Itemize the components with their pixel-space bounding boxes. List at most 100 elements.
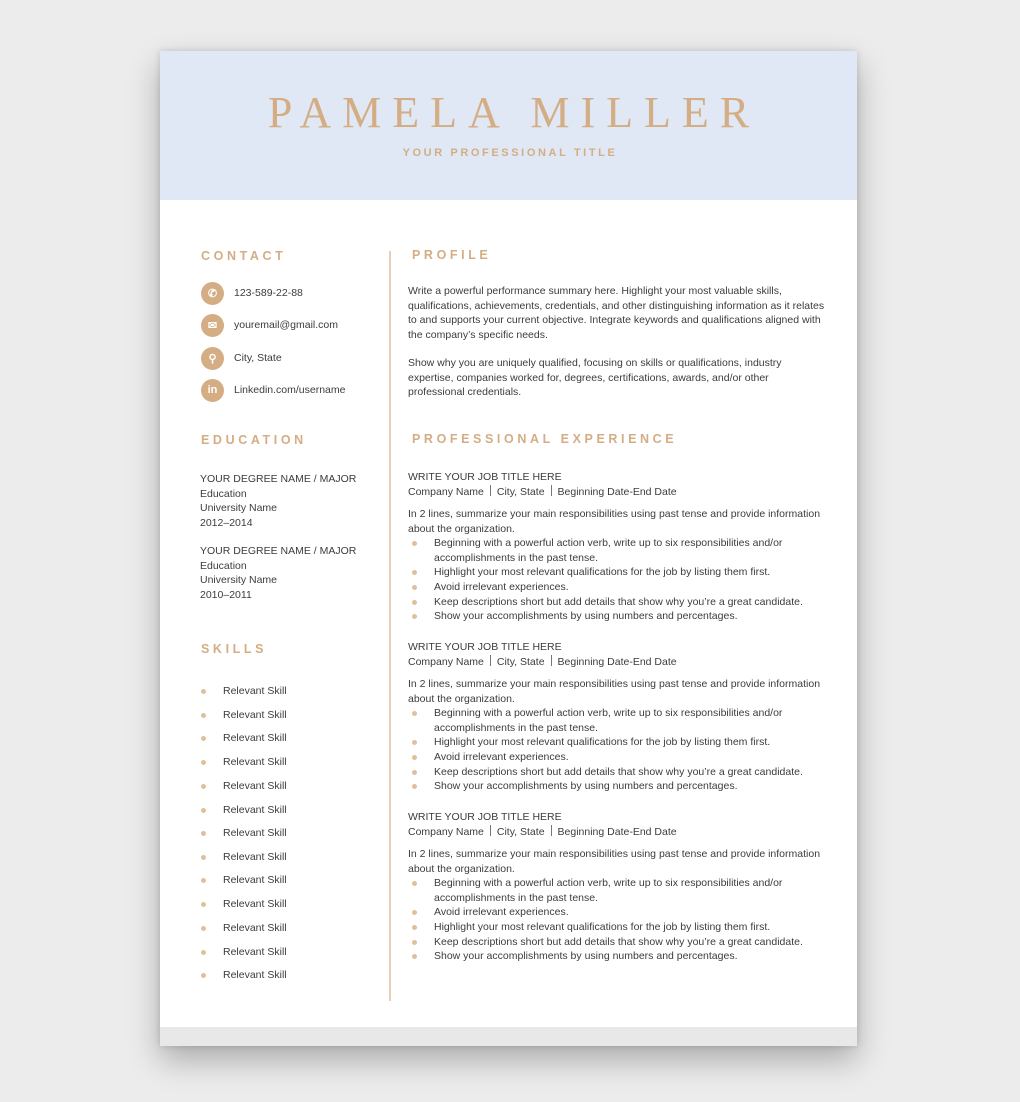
resume-page: PAMELA MILLER YOUR PROFESSIONAL TITLE CO… bbox=[160, 51, 857, 1046]
job-dates: Beginning Date-End Date bbox=[557, 826, 677, 838]
bullet-dot-icon bbox=[412, 570, 417, 576]
separator bbox=[489, 825, 491, 836]
education-entry: YOUR DEGREE NAME / MAJOR Education Unive… bbox=[200, 472, 356, 530]
education-years: 2010–2011 bbox=[200, 588, 252, 601]
contact-heading: CONTACT bbox=[201, 249, 287, 263]
bullet-dot-icon bbox=[412, 939, 417, 945]
bullet-dot-icon bbox=[412, 910, 417, 916]
separator bbox=[550, 485, 552, 496]
bullet-dot-icon bbox=[201, 688, 206, 694]
job-location: City, State bbox=[496, 656, 545, 668]
bullet-text: Keep descriptions short but add details … bbox=[434, 595, 803, 608]
education-years: 2012–2014 bbox=[200, 516, 253, 529]
contact-linkedin: in Linkedin.com/username bbox=[201, 378, 346, 402]
profile-paragraph: Write a powerful performance summary her… bbox=[408, 285, 825, 341]
skill-item: Relevant Skill bbox=[200, 922, 287, 934]
skill-label: Relevant Skill bbox=[223, 804, 287, 816]
job-location: City, State bbox=[496, 826, 545, 838]
job-title: WRITE YOUR JOB TITLE HERE bbox=[408, 471, 562, 483]
job-bullet: Avoid irrelevant experiences. bbox=[408, 750, 848, 765]
bullet-text: Show your accomplishments by using numbe… bbox=[434, 780, 738, 793]
candidate-name: PAMELA MILLER bbox=[267, 88, 761, 137]
job-location: City, State bbox=[496, 486, 545, 498]
job-bullet: Keep descriptions short but add details … bbox=[408, 935, 848, 950]
job-bullet: Highlight your most relevant qualificati… bbox=[408, 735, 848, 750]
skill-item: Relevant Skill bbox=[200, 685, 287, 697]
profile-paragraph: Show why you are uniquely qualified, foc… bbox=[408, 357, 782, 399]
university-name: University Name bbox=[200, 574, 278, 587]
email-icon: ✉ bbox=[201, 313, 224, 337]
profile-heading: PROFILE bbox=[412, 248, 492, 262]
bullet-text: Keep descriptions short but add details … bbox=[434, 935, 803, 948]
job-bullet: Show your accomplishments by using numbe… bbox=[408, 609, 848, 624]
contact-location: ⚲ City, State bbox=[201, 346, 282, 370]
bullet-dot-icon bbox=[412, 754, 417, 760]
bullet-text: Beginning with a powerful action verb, w… bbox=[434, 707, 783, 734]
bullet-dot-icon bbox=[412, 881, 417, 887]
job-entry: WRITE YOUR JOB TITLE HERE Company Name Cit… bbox=[408, 640, 848, 794]
skill-label: Relevant Skill bbox=[223, 756, 287, 768]
bullet-text: Avoid irrelevant experiences. bbox=[434, 906, 569, 919]
location-text: City, State bbox=[234, 352, 282, 364]
skill-item: Relevant Skill bbox=[200, 709, 287, 721]
bullet-text: Highlight your most relevant qualificati… bbox=[434, 920, 771, 933]
experience-heading: PROFESSIONAL EXPERIENCE bbox=[412, 432, 678, 446]
linkedin-url: Linkedin.com/username bbox=[234, 384, 346, 396]
skill-item: Relevant Skill bbox=[200, 874, 287, 886]
resume-header: PAMELA MILLER YOUR PROFESSIONAL TITLE bbox=[160, 51, 857, 200]
bullet-dot-icon bbox=[412, 769, 417, 775]
bullet-text: Avoid irrelevant experiences. bbox=[434, 580, 569, 593]
job-entry: WRITE YOUR JOB TITLE HERE Company Name Cit… bbox=[408, 470, 848, 624]
skill-item: Relevant Skill bbox=[200, 756, 287, 768]
job-summary: In 2 lines, summarize your main responsi… bbox=[408, 678, 821, 705]
separator bbox=[489, 655, 491, 666]
separator bbox=[550, 825, 552, 836]
bullet-text: Show your accomplishments by using numbe… bbox=[434, 950, 738, 963]
bullet-text: Avoid irrelevant experiences. bbox=[434, 750, 569, 763]
skill-item: Relevant Skill bbox=[200, 898, 287, 910]
job-title: WRITE YOUR JOB TITLE HERE bbox=[408, 641, 562, 653]
bullet-dot-icon bbox=[412, 924, 417, 930]
separator bbox=[489, 485, 491, 496]
phone-icon: ✆ bbox=[201, 281, 224, 305]
skill-label: Relevant Skill bbox=[223, 922, 287, 934]
contact-phone: ✆ 123-589-22-88 bbox=[201, 281, 303, 305]
bullet-dot-icon bbox=[201, 783, 206, 789]
page-footer-strip bbox=[160, 1027, 857, 1046]
skill-item: Relevant Skill bbox=[200, 827, 287, 839]
education-heading: EDUCATION bbox=[201, 433, 307, 447]
bullet-dot-icon bbox=[201, 901, 206, 907]
job-bullet: Beginning with a powerful action verb, w… bbox=[408, 706, 848, 735]
job-title: WRITE YOUR JOB TITLE HERE bbox=[408, 811, 562, 823]
linkedin-icon: in bbox=[201, 378, 224, 402]
job-bullet: Beginning with a powerful action verb, w… bbox=[408, 876, 848, 905]
skills-heading: SKILLS bbox=[201, 642, 268, 656]
job-bullets: Beginning with a powerful action verb, w… bbox=[408, 876, 848, 964]
education-entry: YOUR DEGREE NAME / MAJOR Education Unive… bbox=[200, 544, 356, 602]
professional-title: YOUR PROFESSIONAL TITLE bbox=[402, 147, 618, 159]
skill-label: Relevant Skill bbox=[223, 946, 287, 958]
university-name: University Name bbox=[200, 502, 278, 515]
bullet-dot-icon bbox=[201, 735, 206, 741]
skill-item: Relevant Skill bbox=[200, 732, 287, 744]
bullet-dot-icon bbox=[201, 925, 206, 931]
bullet-dot-icon bbox=[201, 877, 206, 883]
bullet-dot-icon bbox=[412, 584, 417, 590]
bullet-dot-icon bbox=[201, 759, 206, 765]
skill-item: Relevant Skill bbox=[200, 851, 287, 863]
job-bullets: Beginning with a powerful action verb, w… bbox=[408, 706, 848, 794]
degree-field: Education bbox=[200, 487, 247, 500]
skill-label: Relevant Skill bbox=[223, 898, 287, 910]
bullet-dot-icon bbox=[412, 614, 417, 620]
email-address: youremail@gmail.com bbox=[234, 319, 339, 331]
skill-item: Relevant Skill bbox=[200, 804, 287, 816]
degree-name: YOUR DEGREE NAME / MAJOR bbox=[200, 545, 357, 557]
bullet-dot-icon bbox=[201, 949, 206, 955]
phone-number: 123-589-22-88 bbox=[234, 287, 303, 299]
bullet-dot-icon bbox=[201, 807, 206, 813]
job-meta: Company Name City, State Beginning Date-En… bbox=[408, 485, 848, 500]
job-meta: Company Name City, State Beginning Date-En… bbox=[408, 825, 848, 840]
skill-item: Relevant Skill bbox=[200, 969, 287, 981]
skill-label: Relevant Skill bbox=[223, 827, 287, 839]
job-bullet: Avoid irrelevant experiences. bbox=[408, 580, 848, 595]
